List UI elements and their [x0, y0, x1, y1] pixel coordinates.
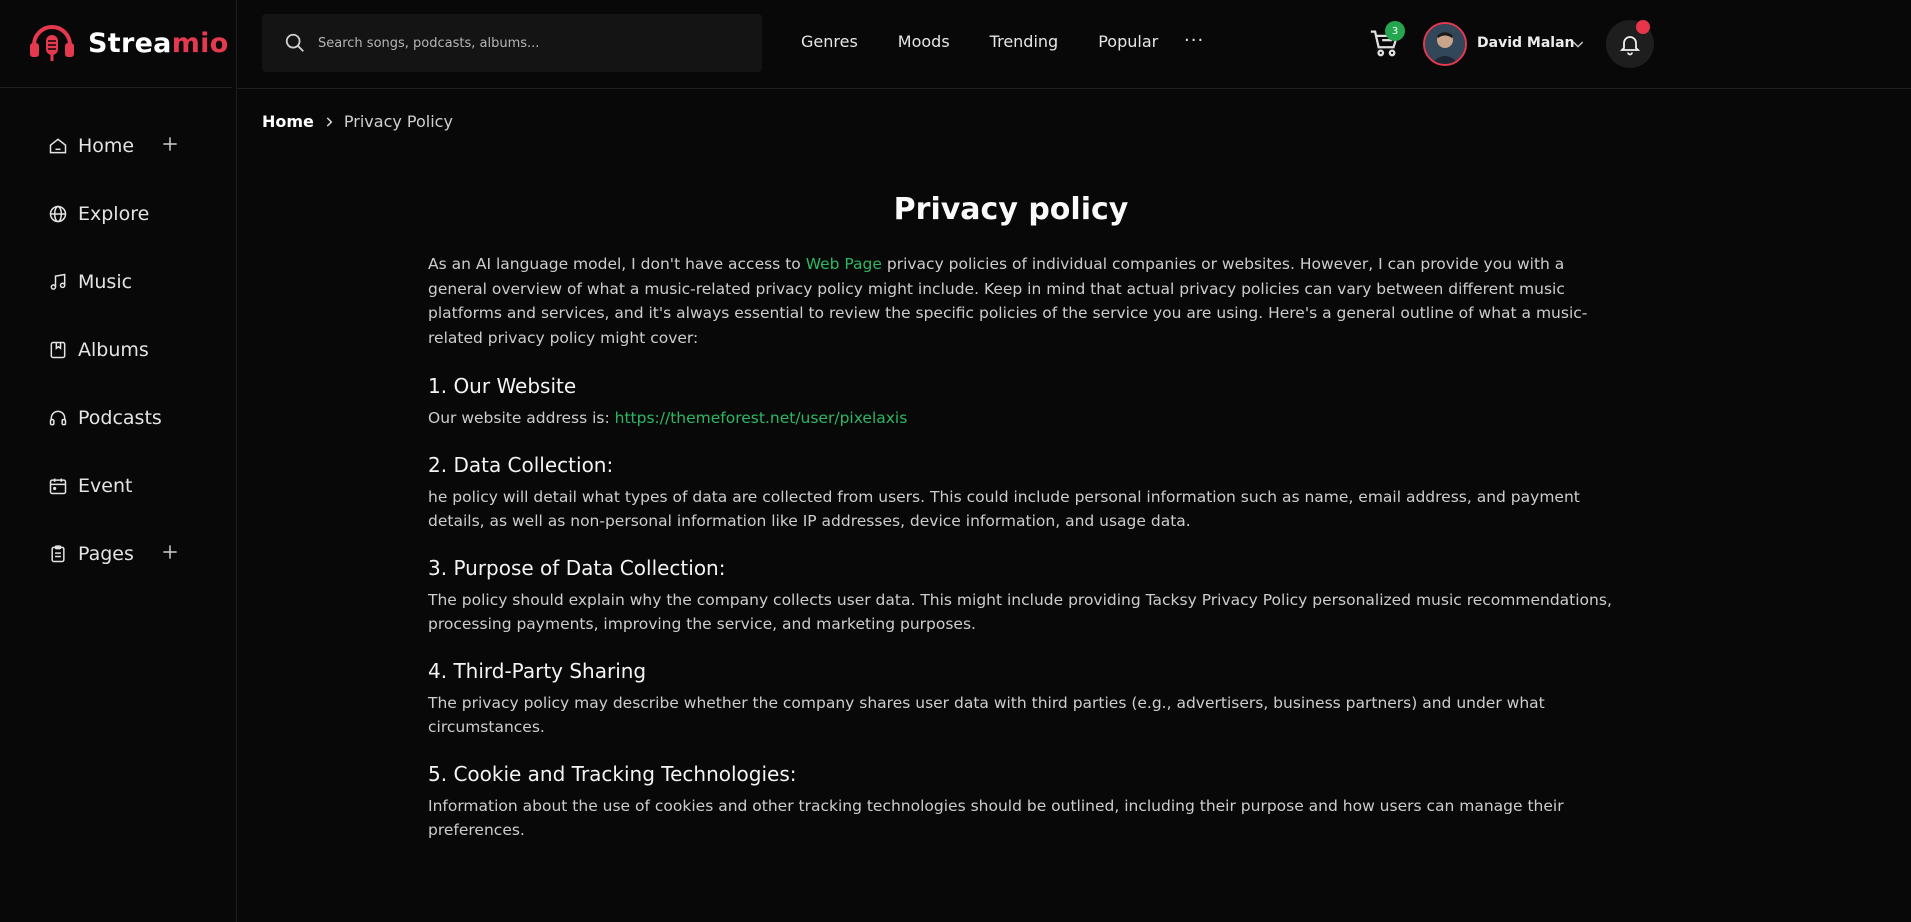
sidebar-item-home[interactable]: Home: [0, 112, 236, 180]
chevron-down-icon[interactable]: [1570, 36, 1586, 52]
headphones-mic-icon: [30, 25, 74, 61]
top-nav: Genres Moods Trending Popular: [801, 32, 1198, 51]
sidebar-divider: [0, 87, 232, 88]
top-header: Genres Moods Trending Popular ···: [237, 0, 1911, 89]
sidebar-item-podcasts[interactable]: Podcasts: [0, 384, 236, 452]
album-icon: [50, 341, 66, 359]
sidebar-item-label: Explore: [78, 203, 150, 225]
breadcrumb-home[interactable]: Home: [262, 112, 314, 131]
nav-moods[interactable]: Moods: [898, 32, 950, 51]
section-heading: 4. Third-Party Sharing: [428, 658, 647, 683]
music-note-icon: [50, 273, 66, 290]
sidebar-item-albums[interactable]: Albums: [0, 316, 236, 384]
plus-icon[interactable]: [160, 542, 180, 562]
page-title: Privacy policy: [893, 192, 1129, 228]
section-text: The privacy policy may describe whether …: [428, 693, 1545, 737]
sidebar-item-label: Albums: [78, 339, 149, 361]
section-text: The policy should explain why the compan…: [428, 590, 1612, 634]
clipboard-icon: [51, 545, 65, 563]
more-menu-button[interactable]: ···: [1184, 30, 1204, 51]
avatar[interactable]: [1423, 22, 1467, 66]
sidebar-item-label: Music: [78, 271, 133, 293]
calendar-icon: [49, 478, 67, 495]
section-heading: 1. Our Website: [428, 374, 577, 398]
breadcrumb-current: Privacy Policy: [343, 112, 453, 131]
search-icon: [285, 33, 304, 52]
section-text: Our website address is: https://themefor…: [428, 406, 1618, 431]
sidebar-item-label: Home: [78, 135, 135, 157]
sidebar: Streamio Home Explore Music Albums Podca…: [0, 0, 237, 922]
brand-logo[interactable]: Streamio: [26, 20, 229, 66]
sidebar-item-label: Event: [78, 475, 133, 497]
web-page-link[interactable]: Web Page: [806, 255, 882, 273]
section-heading: 5. Cookie and Tracking Technologies:: [428, 761, 797, 786]
brand-name: Streamio: [88, 27, 229, 59]
bell-icon: [1619, 36, 1641, 56]
cart-count-badge: 3: [1385, 21, 1405, 41]
globe-icon: [49, 205, 67, 223]
sidebar-item-pages[interactable]: Pages: [0, 520, 236, 588]
intro-text: As an AI language model, I don't have ac…: [428, 255, 806, 273]
section-text: he policy will detail what types of data…: [428, 487, 1580, 531]
sidebar-item-explore[interactable]: Explore: [0, 180, 236, 248]
headphones-icon: [49, 410, 67, 426]
sidebar-item-music[interactable]: Music: [0, 248, 236, 316]
sidebar-item-label: Podcasts: [78, 407, 162, 429]
website-link[interactable]: https://themeforest.net/user/pixelaxis: [615, 409, 908, 427]
notification-dot: [1636, 20, 1650, 34]
sidebar-nav: Home Explore Music Albums Podcasts Event…: [0, 112, 236, 588]
chevron-right-icon: [326, 116, 333, 127]
section-text: Information about the use of cookies and…: [428, 796, 1564, 840]
sidebar-item-event[interactable]: Event: [0, 452, 236, 520]
search-input[interactable]: [316, 34, 740, 52]
plus-icon[interactable]: [160, 134, 180, 154]
user-avatar-icon: [1425, 24, 1465, 64]
section-heading: 2. Data Collection:: [428, 452, 614, 477]
sidebar-item-label: Pages: [78, 543, 134, 565]
nav-trending[interactable]: Trending: [990, 32, 1059, 51]
section-heading: 3. Purpose of Data Collection:: [428, 555, 726, 580]
privacy-content: As an AI language model, I don't have ac…: [428, 252, 1618, 843]
intro-paragraph: As an AI language model, I don't have ac…: [428, 252, 1618, 350]
search-bar[interactable]: [262, 14, 762, 72]
website-label: Our website address is:: [428, 409, 615, 427]
nav-genres[interactable]: Genres: [801, 32, 858, 51]
user-name[interactable]: David Malan: [1477, 35, 1574, 51]
nav-popular[interactable]: Popular: [1098, 32, 1158, 51]
breadcrumb: Home Privacy Policy: [262, 112, 453, 131]
home-icon: [49, 138, 67, 154]
